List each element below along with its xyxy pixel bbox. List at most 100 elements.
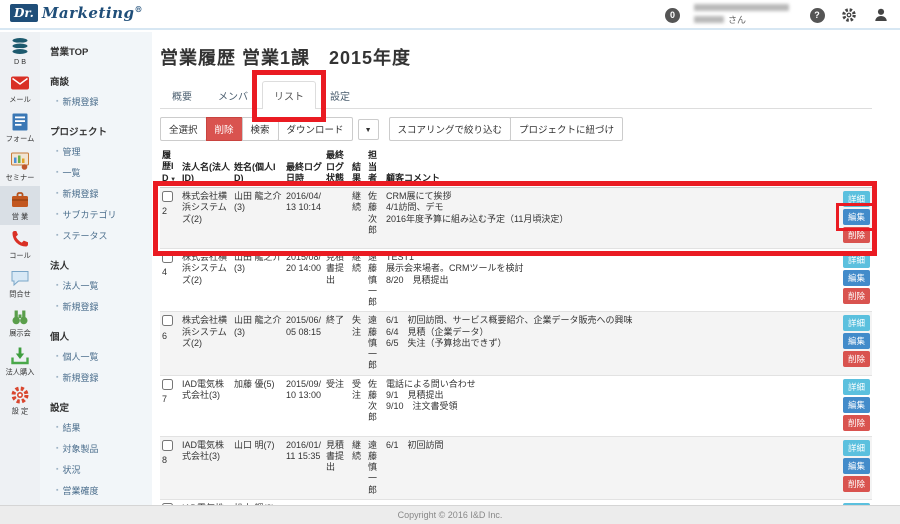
mail-icon (0, 73, 40, 93)
download-button[interactable]: ダウンロード (278, 117, 353, 141)
sidebar-item-label: 新規登録 (62, 187, 98, 200)
detail-button[interactable]: 詳細 (843, 379, 870, 395)
row-checkbox[interactable] (162, 315, 173, 326)
table-header-row: 履歴ID ▼法人名(法人ID)姓名(個人ID)最終ログ日時最終ログ状態結果担当者… (160, 147, 872, 188)
sidebar-item-label: 新規登録 (62, 300, 98, 313)
edit-button[interactable]: 編集 (843, 397, 870, 413)
rail-item-seminar[interactable]: セミナー (0, 147, 40, 186)
rail-item-database[interactable]: D B (0, 32, 40, 69)
bullet-icon: ▪ (56, 424, 58, 431)
edit-button[interactable]: 編集 (843, 270, 870, 286)
gear-icon[interactable] (840, 6, 858, 24)
download-dropdown-button[interactable]: ▼ (358, 119, 379, 140)
detail-button[interactable]: 詳細 (843, 440, 870, 456)
brand-logo[interactable]: Dr. Marketing® (10, 4, 143, 22)
user-profile-icon[interactable] (872, 6, 890, 24)
rail-item-exhibition[interactable]: 展示会 (0, 303, 40, 342)
edit-button[interactable]: 編集 (843, 209, 870, 225)
table-row: 8IAD電気株式会社(3)山口 明(7)2016/01/11 15:35見積書提… (160, 436, 872, 499)
tab-members[interactable]: メンバ (206, 81, 260, 109)
bullet-icon: ▪ (56, 169, 58, 176)
select-all-button[interactable]: 全選択 (160, 117, 207, 141)
sidebar-item-個人一覧[interactable]: ▪個人一覧 (50, 346, 152, 367)
sidebar-item-管理[interactable]: ▪管理 (50, 141, 152, 162)
sidebar-item-一覧[interactable]: ▪一覧 (50, 162, 152, 183)
rail-item-form[interactable]: フォーム (0, 108, 40, 147)
sidebar-item-新規登録[interactable]: ▪新規登録 (50, 367, 152, 388)
cell-actions: 詳細編集削除 (832, 375, 872, 436)
col-header-history-id[interactable]: 履歴ID ▼ (160, 147, 180, 188)
main-content: 営業履歴 営業1課 2015年度 概要メンバリスト設定 全選択 削除 検索 ダウ… (152, 32, 900, 505)
tab-list[interactable]: リスト (262, 81, 316, 109)
sidebar-item-対象製品[interactable]: ▪対象製品 (50, 438, 152, 459)
search-button[interactable]: 検索 (242, 117, 279, 141)
sidebar-item-ステータス[interactable]: ▪ステータス (50, 225, 152, 246)
row-checkbox[interactable] (162, 191, 173, 202)
bullet-icon: ▪ (56, 148, 58, 155)
comment-line: 6/5 失注（予算捻出できず） (386, 338, 830, 349)
row-checkbox[interactable] (162, 440, 173, 451)
cell-last-status: 見積書提出 (324, 436, 350, 499)
sidebar-item-サブカテゴリ[interactable]: ▪サブカテゴリ (50, 204, 152, 225)
detail-button[interactable]: 詳細 (843, 191, 870, 207)
edit-button[interactable]: 編集 (843, 458, 870, 474)
sidebar-item-法人一覧[interactable]: ▪法人一覧 (50, 275, 152, 296)
cell-company: 株式会社横浜システムズ(2) (180, 249, 232, 312)
help-icon[interactable]: ? (808, 6, 826, 24)
blurred-text (694, 4, 789, 11)
tab-settings[interactable]: 設定 (318, 81, 362, 109)
cell-company: 株式会社横浜システムズ(2) (180, 188, 232, 249)
sidebar-item-新規登録[interactable]: ▪新規登録 (50, 296, 152, 317)
rail-item-settings[interactable]: 設 定 (0, 381, 40, 420)
delete-button[interactable]: 削除 (843, 476, 870, 492)
sidebar-item-sales-top[interactable]: 営業TOP (50, 40, 152, 62)
cell-company: IAD電気株式会社(3) (180, 375, 232, 436)
rail-item-purchase[interactable]: 法人購入 (0, 342, 40, 381)
col-header-last-status[interactable]: 最終ログ状態 (324, 147, 350, 188)
detail-button[interactable]: 詳細 (843, 252, 870, 268)
rail-item-label: D B (2, 57, 38, 65)
detail-button[interactable]: 詳細 (843, 315, 870, 331)
rail-item-sales[interactable]: 営 業 (0, 186, 40, 225)
bullet-icon: ▪ (56, 487, 58, 494)
delete-button[interactable]: 削除 (843, 227, 870, 243)
delete-button[interactable]: 削除 (206, 117, 243, 141)
delete-button[interactable]: 削除 (843, 415, 870, 431)
cell-result: 受注 (350, 375, 366, 436)
cell-last-log: 2016/01/11 15:35 (284, 436, 324, 499)
row-checkbox[interactable] (162, 379, 173, 390)
col-header-owner[interactable]: 担当者 (366, 147, 384, 188)
cell-last-status: 見積書提出 (324, 249, 350, 312)
col-header-company[interactable]: 法人名(法人ID) (180, 147, 232, 188)
user-honorific: さん (728, 13, 746, 26)
sidebar-item-新規登録[interactable]: ▪新規登録 (50, 91, 152, 112)
col-header-comment[interactable]: 顧客コメント (384, 147, 832, 188)
col-header-result[interactable]: 結果 (350, 147, 366, 188)
table-row: 2株式会社横浜システムズ(2)山田 龍之介(3)2016/04/13 10:14… (160, 188, 872, 249)
row-checkbox[interactable] (162, 252, 173, 263)
cell-actions: 詳細編集削除 (832, 312, 872, 375)
tab-overview[interactable]: 概要 (160, 81, 204, 109)
sidebar-item-新規登録[interactable]: ▪新規登録 (50, 183, 152, 204)
user-name-blurred: さん (694, 4, 794, 26)
edit-button[interactable]: 編集 (843, 333, 870, 349)
sidebar-item-状況[interactable]: ▪状況 (50, 459, 152, 480)
col-header-last-log[interactable]: 最終ログ日時 (284, 147, 324, 188)
notification-badge[interactable]: 0 (665, 8, 680, 23)
nav-section-title-2: 法人 (50, 255, 152, 275)
rail-item-inquiry[interactable]: 問合せ (0, 264, 40, 303)
col-header-person[interactable]: 姓名(個人ID) (232, 147, 284, 188)
rail-item-mail[interactable]: メール (0, 69, 40, 108)
delete-button[interactable]: 削除 (843, 351, 870, 367)
attach-project-button[interactable]: プロジェクトに紐づけ (510, 117, 623, 141)
scoring-filter-button[interactable]: スコアリングで絞り込む (389, 117, 512, 141)
cell-result: 継続 (350, 188, 366, 249)
sidebar-item-結果[interactable]: ▪結果 (50, 417, 152, 438)
cell-comment: 電話による問い合わせ9/1 見積提出9/10 注文書受領 (384, 375, 832, 436)
sales-icon (0, 190, 40, 210)
sidebar-item-営業確度[interactable]: ▪営業確度 (50, 480, 152, 501)
rail-item-call[interactable]: コール (0, 225, 40, 264)
blurred-text (694, 16, 724, 23)
delete-button[interactable]: 削除 (843, 288, 870, 304)
sidebar-item-label: 新規登録 (62, 95, 98, 108)
